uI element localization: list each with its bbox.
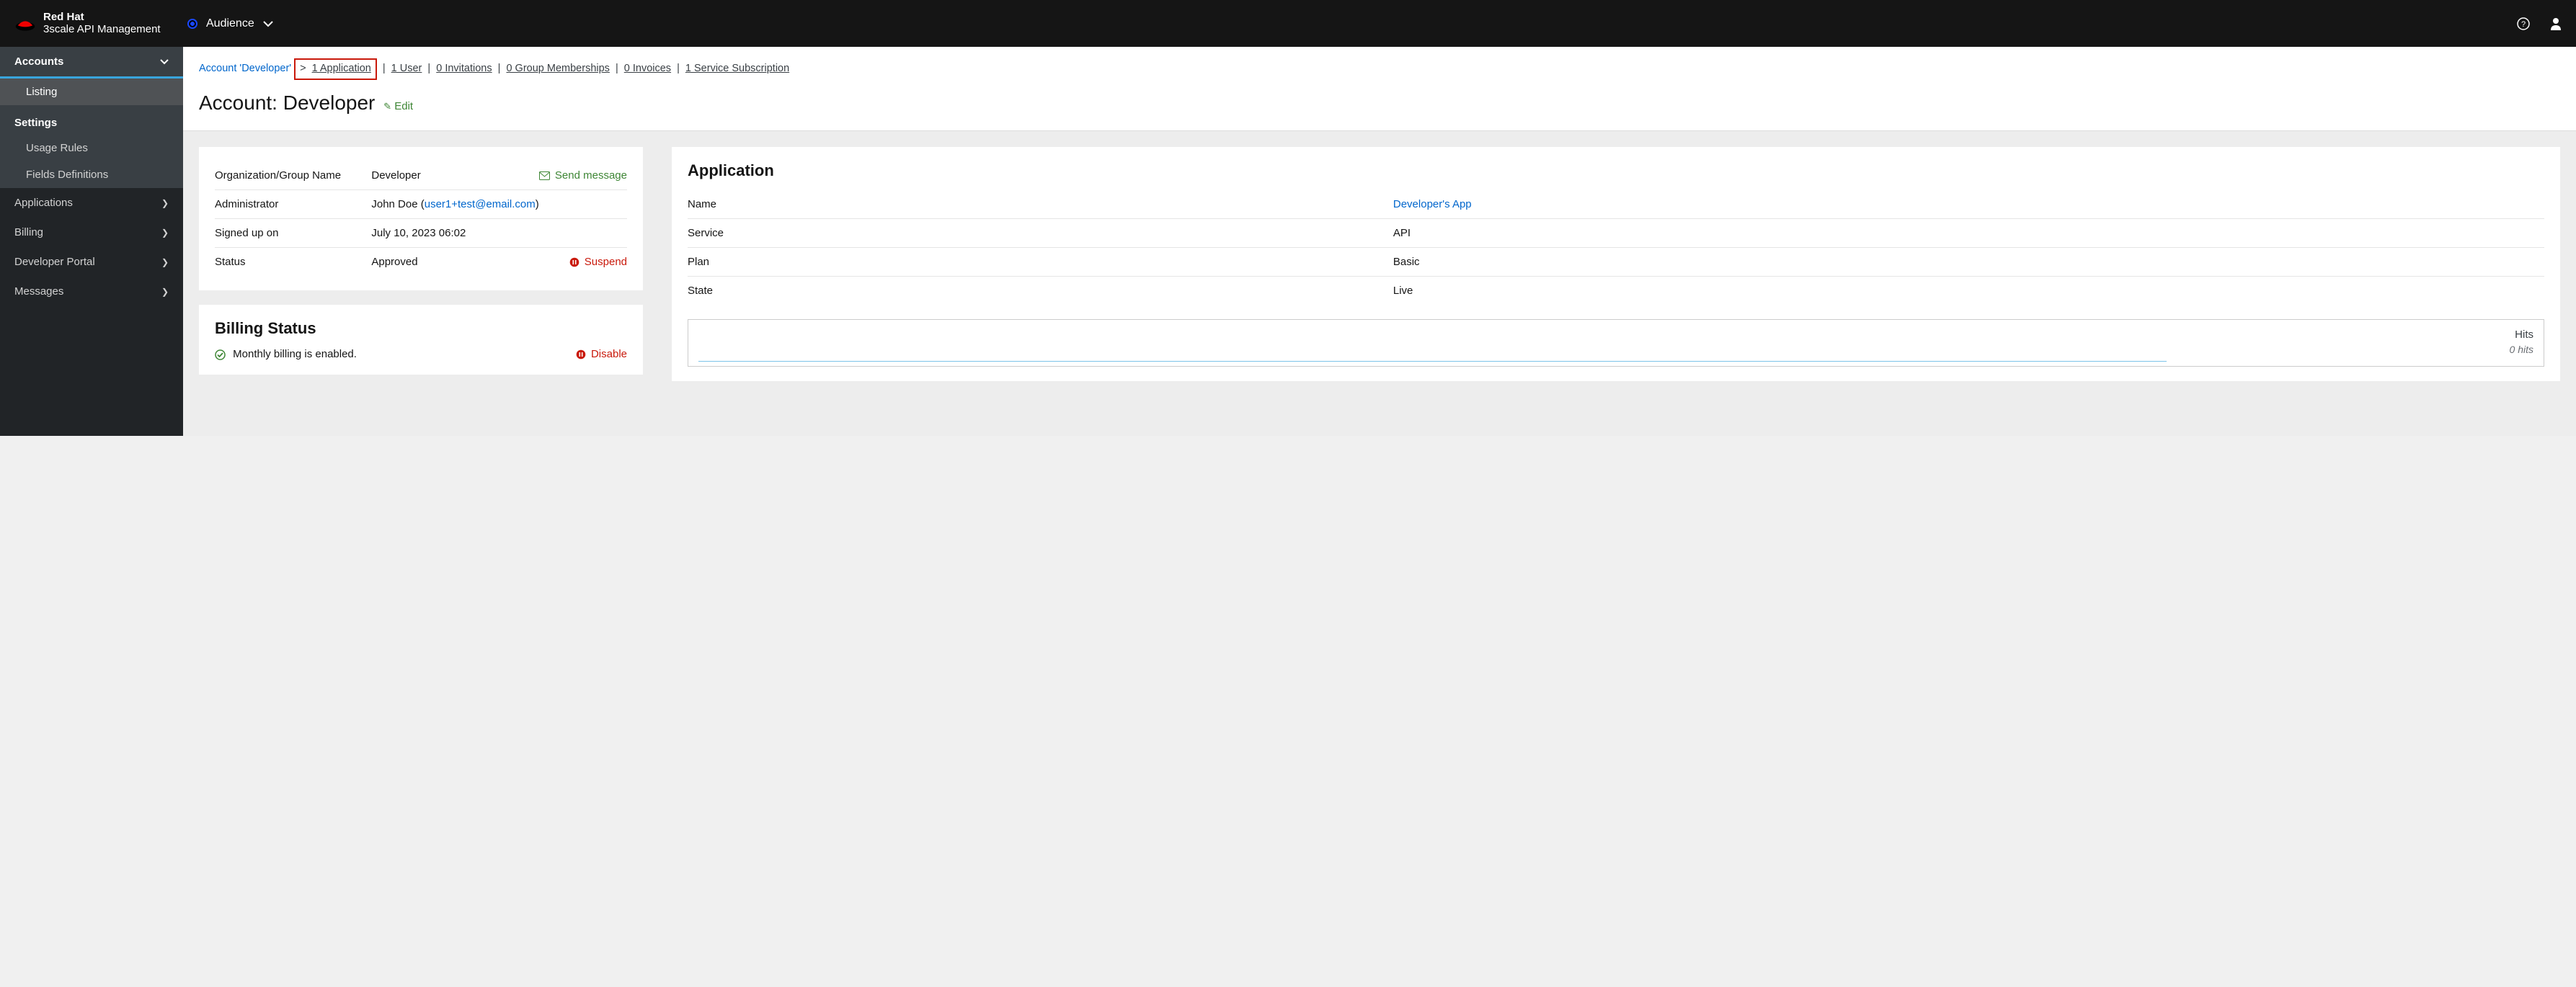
- hits-sparkline: [698, 361, 2167, 362]
- app-state-label: State: [688, 277, 1393, 305]
- disable-billing-link[interactable]: Disable: [576, 348, 627, 360]
- application-card: Application Name Developer's App Service…: [672, 147, 2560, 381]
- billing-status-card: Billing Status Monthly billing is enable…: [199, 305, 643, 375]
- app-name-link[interactable]: Developer's App: [1393, 198, 1472, 210]
- app-plan-value: Basic: [1393, 248, 2544, 277]
- chevron-right-icon: ❯: [161, 198, 169, 208]
- redhat-logo-icon: [14, 16, 36, 32]
- crumb-service-subscription[interactable]: 1 Service Subscription: [685, 63, 789, 74]
- admin-email-link[interactable]: user1+test@email.com: [425, 198, 536, 210]
- app-state-value: Live: [1393, 277, 2544, 305]
- check-circle-icon: [215, 349, 226, 360]
- crumb-header: Account 'Developer' > 1 Application | 1 …: [183, 47, 2576, 131]
- chevron-right-icon: ❯: [161, 228, 169, 238]
- brand-text: Red Hat 3scale API Management: [43, 12, 161, 35]
- audience-dot-icon: [187, 19, 197, 29]
- main-content: Account 'Developer' > 1 Application | 1 …: [183, 47, 2576, 436]
- envelope-icon: [539, 171, 550, 180]
- org-value: Developer: [371, 161, 463, 190]
- status-value: Approved: [371, 248, 463, 277]
- crumb-user[interactable]: 1 User: [391, 63, 422, 74]
- breadcrumb: Account 'Developer' > 1 Application | 1 …: [199, 58, 2560, 80]
- chevron-right-icon: ❯: [161, 287, 169, 297]
- top-bar: Red Hat 3scale API Management Audience ?: [0, 0, 2576, 47]
- signed-label: Signed up on: [215, 219, 371, 248]
- audience-label: Audience: [206, 17, 254, 30]
- sidebar-item-developer-portal[interactable]: Developer Portal ❯: [0, 247, 183, 277]
- send-message-link[interactable]: Send message: [539, 169, 627, 182]
- account-details-card: Organization/Group Name Developer Send m…: [199, 147, 643, 290]
- crumb-account[interactable]: Account 'Developer': [199, 63, 291, 74]
- brand-line1: Red Hat: [43, 12, 161, 24]
- billing-text: Monthly billing is enabled.: [215, 348, 357, 360]
- org-label: Organization/Group Name: [215, 161, 371, 190]
- hits-value: 0 hits: [698, 344, 2533, 355]
- crumb-invoices[interactable]: 0 Invoices: [624, 63, 671, 74]
- brand-line2: 3scale API Management: [43, 24, 161, 36]
- highlighted-crumb: > 1 Application: [294, 58, 377, 80]
- sidebar-item-usage-rules[interactable]: Usage Rules: [0, 135, 183, 161]
- chevron-down-icon: [160, 59, 169, 65]
- admin-value: John Doe (user1+test@email.com): [371, 190, 627, 219]
- crumb-group-memberships[interactable]: 0 Group Memberships: [506, 63, 609, 74]
- suspend-link[interactable]: Suspend: [569, 256, 627, 268]
- sidebar-group-settings: Settings: [0, 105, 183, 135]
- sidebar-item-billing[interactable]: Billing ❯: [0, 218, 183, 247]
- help-icon[interactable]: ?: [2517, 16, 2530, 31]
- sidebar-item-fields-definitions[interactable]: Fields Definitions: [0, 161, 183, 188]
- topbar-icons: ?: [2517, 16, 2562, 31]
- sidebar: Accounts Listing Settings Usage Rules Fi…: [0, 47, 183, 436]
- page-title: Account: Developer ✎ Edit: [199, 91, 2560, 115]
- admin-label: Administrator: [215, 190, 371, 219]
- app-plan-label: Plan: [688, 248, 1393, 277]
- pause-circle-icon: [569, 257, 579, 267]
- user-icon[interactable]: [2550, 16, 2562, 31]
- brand: Red Hat 3scale API Management: [14, 12, 173, 35]
- billing-title: Billing Status: [215, 319, 627, 338]
- chevron-right-icon: ❯: [161, 257, 169, 267]
- edit-link[interactable]: ✎ Edit: [383, 100, 413, 112]
- app-service-value: API: [1393, 219, 2544, 248]
- application-title: Application: [688, 161, 2544, 180]
- app-service-label: Service: [688, 219, 1393, 248]
- sidebar-item-accounts[interactable]: Accounts: [0, 47, 183, 76]
- sidebar-item-listing[interactable]: Listing: [0, 76, 183, 105]
- pencil-icon: ✎: [383, 101, 391, 112]
- hits-label: Hits: [698, 329, 2533, 341]
- sidebar-item-applications[interactable]: Applications ❯: [0, 188, 183, 218]
- audience-dropdown[interactable]: Audience: [187, 17, 273, 30]
- signed-value: July 10, 2023 06:02: [371, 219, 627, 248]
- hits-chart: Hits 0 hits: [688, 319, 2544, 367]
- app-name-label: Name: [688, 190, 1393, 219]
- pause-circle-icon: [576, 349, 586, 359]
- crumb-invitations[interactable]: 0 Invitations: [436, 63, 492, 74]
- sidebar-item-messages[interactable]: Messages ❯: [0, 277, 183, 306]
- svg-text:?: ?: [2521, 20, 2526, 29]
- status-label: Status: [215, 248, 371, 277]
- crumb-application[interactable]: 1 Application: [312, 63, 371, 74]
- chevron-down-icon: [263, 20, 273, 27]
